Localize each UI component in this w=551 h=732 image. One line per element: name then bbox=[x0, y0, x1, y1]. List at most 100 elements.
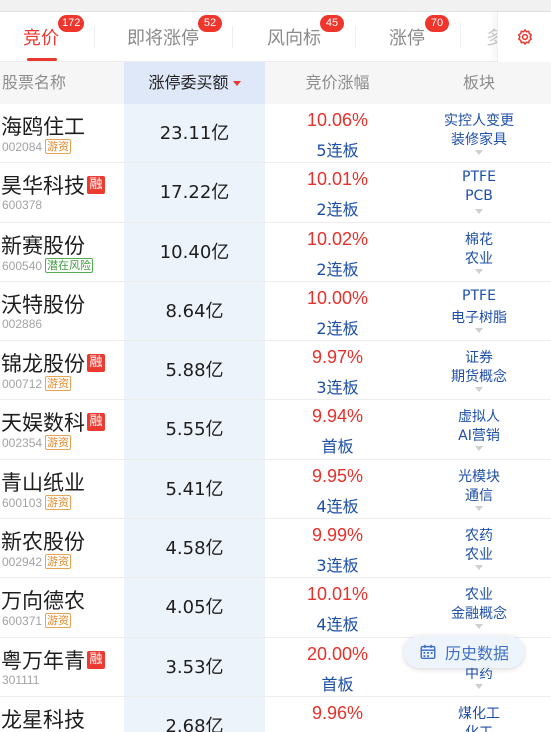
sector-secondary[interactable]: PCB bbox=[410, 188, 548, 204]
chevron-down-icon[interactable] bbox=[475, 150, 483, 155]
table-row[interactable]: 昊华科技融 600378 17.22亿 10.01% 2连板 PTFE PCB bbox=[0, 163, 551, 223]
stock-name: 新农股份 bbox=[1, 530, 85, 555]
limit-up-streak: 3连板 bbox=[316, 556, 359, 576]
sector-primary[interactable]: 证券 bbox=[410, 347, 548, 367]
sector-secondary[interactable]: 农业 bbox=[410, 544, 548, 564]
table-row[interactable]: 天娱数科融 002354 游资 5.55亿 9.94% 首板 虚拟人 AI营销 bbox=[0, 400, 551, 460]
sector-primary[interactable]: PTFE bbox=[410, 169, 548, 185]
tab-badge: 45 bbox=[320, 15, 344, 32]
table-row[interactable]: 龙星科技 2.68亿 9.96% 煤化工化工 bbox=[0, 697, 551, 732]
sector-secondary[interactable]: 通信 bbox=[410, 485, 548, 505]
table-row[interactable]: 新农股份 002942 游资 4.58亿 9.99% 3连板 农药 农业 bbox=[0, 519, 551, 579]
table-row[interactable]: 锦龙股份融 000712 游资 5.88亿 9.97% 3连板 证券 期货概念 bbox=[0, 341, 551, 401]
sector-primary[interactable]: 实控人变更 bbox=[410, 110, 548, 130]
stock-code: 002084 bbox=[2, 140, 43, 154]
auction-change-pct: 10.00% bbox=[306, 287, 369, 308]
header-auction-change[interactable]: 竞价涨幅 bbox=[265, 62, 410, 104]
chevron-down-icon[interactable] bbox=[475, 327, 483, 333]
tab-label: 竞价 bbox=[23, 28, 59, 49]
table-row[interactable]: 万向德农 600371 游资 4.05亿 10.01% 4连板 农业 金融概念 bbox=[0, 578, 551, 638]
limit-buy-amount: 3.53亿 bbox=[165, 656, 224, 678]
table-row[interactable]: 沃特股份 002886 8.64亿 10.00% 2连板 PTFE 电子树脂 bbox=[0, 282, 551, 342]
stock-name-cell: 龙星科技 bbox=[1, 704, 85, 732]
chevron-down-icon[interactable] bbox=[475, 446, 483, 452]
margin-trading-badge: 融 bbox=[87, 650, 105, 669]
stock-name-cell: 天娱数科融 bbox=[1, 407, 105, 437]
tab-bar: 竞价 172 即将涨停 52 风向标 45 涨停 70 多 bbox=[0, 12, 551, 62]
tab-badge: 70 bbox=[425, 15, 449, 32]
limit-buy-amount: 23.11亿 bbox=[159, 123, 230, 144]
sector-primary[interactable]: 农药 bbox=[410, 525, 548, 545]
stock-code-cell: 600103 游资 bbox=[2, 494, 72, 510]
chevron-down-icon[interactable] bbox=[475, 387, 483, 393]
auction-change-pct: 10.01% bbox=[306, 169, 369, 190]
limit-up-streak: 首板 bbox=[321, 674, 354, 694]
stock-name: 昊华科技 bbox=[1, 174, 85, 199]
stock-code-cell: 000712 游资 bbox=[2, 376, 72, 392]
tab-limit-up[interactable]: 涨停 70 bbox=[378, 12, 449, 62]
header-sector[interactable]: 板块 bbox=[410, 62, 548, 104]
limit-buy-amount: 5.41亿 bbox=[165, 478, 224, 500]
stock-code: 002354 bbox=[2, 436, 43, 451]
active-tab-indicator bbox=[27, 58, 57, 61]
sector-primary[interactable]: 光模块 bbox=[410, 466, 548, 486]
tab-wind-vane[interactable]: 风向标 45 bbox=[255, 12, 344, 62]
stock-name: 海鸥住工 bbox=[1, 115, 85, 139]
sector-primary[interactable]: 煤化工 bbox=[410, 703, 548, 723]
stock-name: 万向德农 bbox=[1, 589, 85, 614]
sector-secondary[interactable]: 装修家具 bbox=[410, 129, 548, 149]
limit-buy-amount: 10.40亿 bbox=[159, 241, 230, 263]
stock-name-cell: 新赛股份 bbox=[1, 230, 85, 260]
sector-primary[interactable]: 虚拟人 bbox=[410, 406, 548, 426]
stock-name: 青山纸业 bbox=[1, 470, 85, 495]
sector-secondary[interactable]: 金融概念 bbox=[410, 603, 548, 623]
sort-desc-icon bbox=[232, 81, 241, 86]
tab-auction[interactable]: 竞价 172 bbox=[8, 12, 85, 62]
table-row[interactable]: 青山纸业 600103 游资 5.41亿 9.95% 4连板 光模块 通信 bbox=[0, 460, 551, 520]
stock-code: 301111 bbox=[2, 672, 40, 687]
stock-code: 002886 bbox=[2, 316, 43, 331]
stock-name-cell: 青山纸业 bbox=[1, 467, 85, 497]
stock-tag: 游资 bbox=[45, 613, 72, 629]
settings-button[interactable] bbox=[497, 12, 551, 62]
limit-up-streak: 4连板 bbox=[316, 615, 359, 635]
stock-name-cell: 万向德农 bbox=[1, 585, 85, 615]
header-limit-buy-amount[interactable]: 涨停委买额 bbox=[124, 62, 265, 104]
stock-name: 新赛股份 bbox=[1, 233, 85, 258]
chevron-down-icon[interactable] bbox=[475, 624, 483, 630]
table-row[interactable]: 新赛股份 600540 潜在风险 10.40亿 10.02% 2连板 棉花 农业 bbox=[0, 223, 551, 282]
chevron-down-icon[interactable] bbox=[475, 209, 483, 215]
table-row[interactable]: 海鸥住工 002084 游资 23.11亿 10.06% 5连板 实控人变更 装修家具 bbox=[0, 104, 551, 164]
tab-badge: 52 bbox=[198, 15, 222, 32]
stock-name: 天娱数科 bbox=[1, 411, 85, 436]
limit-up-streak: 3连板 bbox=[316, 378, 359, 398]
chevron-down-icon[interactable] bbox=[475, 565, 483, 571]
sector-primary[interactable]: PTFE bbox=[410, 288, 548, 304]
chevron-down-icon[interactable] bbox=[475, 505, 483, 511]
sector-secondary[interactable]: 期货概念 bbox=[410, 366, 548, 386]
sector-secondary[interactable]: 农业 bbox=[410, 248, 548, 268]
sector-primary[interactable]: 农业 bbox=[410, 584, 548, 604]
tab-near-limit-up[interactable]: 即将涨停 52 bbox=[118, 12, 222, 62]
sector-secondary[interactable]: 化工 bbox=[410, 722, 548, 732]
stock-name: 粤万年青 bbox=[1, 648, 85, 673]
tab-label: 风向标 bbox=[267, 28, 321, 49]
chevron-down-icon[interactable] bbox=[475, 268, 483, 274]
stock-name-cell: 昊华科技融 bbox=[1, 170, 105, 200]
sector-secondary[interactable]: AI营销 bbox=[410, 425, 548, 445]
history-data-button[interactable]: 历史数据 bbox=[404, 636, 524, 668]
auction-change-pct: 20.00% bbox=[306, 643, 369, 664]
stock-code: 002942 bbox=[2, 555, 43, 570]
stock-name: 锦龙股份 bbox=[1, 352, 85, 377]
calendar-icon bbox=[420, 644, 436, 660]
auction-change-pct: 9.96% bbox=[311, 702, 364, 723]
sector-primary[interactable]: 棉花 bbox=[410, 229, 548, 249]
stock-code-cell: 002942 游资 bbox=[2, 554, 72, 570]
margin-trading-badge: 融 bbox=[87, 354, 105, 373]
header-stock-name[interactable]: 股票名称 bbox=[2, 62, 66, 104]
tab-badge: 172 bbox=[58, 15, 85, 32]
stock-tag: 游资 bbox=[45, 376, 72, 392]
limit-up-streak: 2连板 bbox=[316, 318, 359, 338]
sector-secondary[interactable]: 电子树脂 bbox=[410, 307, 548, 327]
chevron-down-icon[interactable] bbox=[475, 683, 483, 689]
